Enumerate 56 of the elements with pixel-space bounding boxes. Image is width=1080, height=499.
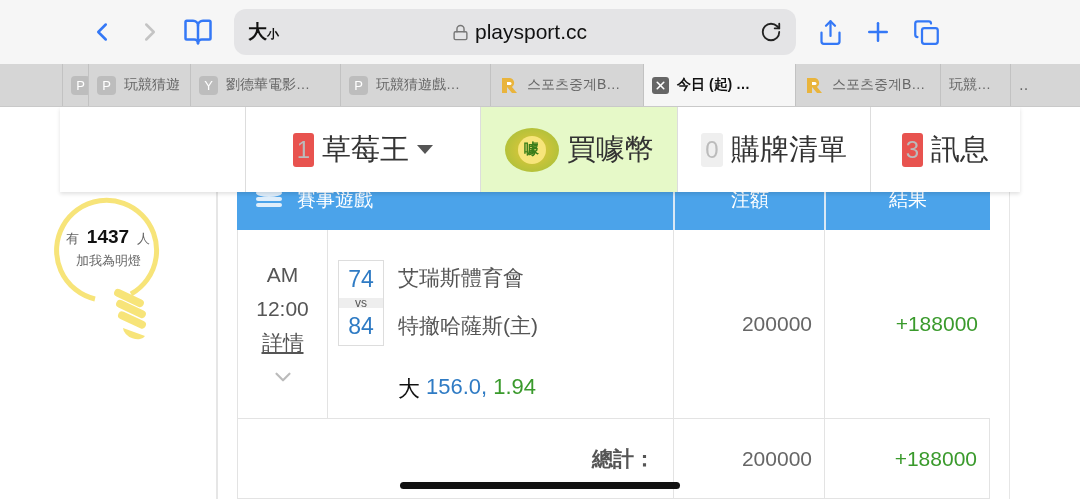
tab-title: 스포츠중계B… xyxy=(527,76,621,94)
close-icon[interactable] xyxy=(652,76,669,94)
fans-suffix: 人 xyxy=(137,230,151,248)
browser-tab[interactable]: 스포츠중계B… xyxy=(795,64,940,106)
total-result: +188000 xyxy=(824,419,990,499)
text-size-button[interactable]: 大小 xyxy=(248,19,279,45)
nav-item[interactable]: 3 訊息 xyxy=(870,107,1020,192)
nav-label: 訊息 xyxy=(931,131,990,167)
nav-item[interactable]: 1 草莓王 xyxy=(245,107,480,192)
browser-tab[interactable]: P 玩競猜遊戲… xyxy=(340,64,490,106)
reload-icon[interactable] xyxy=(760,21,782,43)
score: 84 xyxy=(347,312,375,341)
details-link[interactable]: 詳情 xyxy=(261,326,304,360)
browser-tab[interactable]: P 玩競猜遊 xyxy=(88,64,190,106)
fans-count: 1437 xyxy=(86,226,130,248)
pick-side: 大 xyxy=(398,375,420,403)
time-period: AM xyxy=(266,262,299,288)
favicon: Y xyxy=(199,75,218,95)
browser-tab[interactable]: ‥ xyxy=(1010,64,1040,106)
count-badge: 1 xyxy=(292,132,315,167)
nav-label: 草莓王 xyxy=(322,131,410,167)
tab-title: ‥ xyxy=(1019,77,1029,93)
stake-cell: 200000 xyxy=(673,230,824,419)
favicon: P xyxy=(349,75,368,95)
nav-item[interactable]: 噱 買噱幣 xyxy=(480,107,677,192)
tab-title: 劉德華電影… xyxy=(226,76,310,94)
address-bar[interactable]: 大小 playsport.cc xyxy=(234,9,796,55)
browser-tab[interactable]: 玩競… xyxy=(940,64,1010,106)
fans-caption: 加我為明燈 xyxy=(75,252,141,270)
result-cell: +188000 xyxy=(824,230,990,419)
coin-icon: 噱 xyxy=(504,127,559,172)
lock-icon xyxy=(451,23,469,41)
game-time: 12:00 xyxy=(256,296,309,322)
logo-icon xyxy=(804,75,824,95)
caret-icon xyxy=(417,145,434,154)
tab-title: 玩競猜遊 xyxy=(124,76,180,94)
browser-tab[interactable]: 今日 (起) … xyxy=(643,64,795,106)
team-name: 艾瑞斯體育會 xyxy=(398,264,525,291)
count-badge: 3 xyxy=(901,132,924,167)
url-text: playsport.cc xyxy=(474,20,587,44)
nav-label: 購牌清單 xyxy=(730,131,847,167)
score: 74 xyxy=(347,265,375,294)
nav-label: 買噱幣 xyxy=(566,131,654,167)
favicon: P xyxy=(97,75,116,95)
pick-odds: 1.94 xyxy=(493,374,536,401)
vs-label: vs xyxy=(339,298,383,308)
browser-tab[interactable]: Y 劉德華電影… xyxy=(190,64,340,106)
logo-icon xyxy=(499,75,519,95)
tab-title: 玩競猜遊戲… xyxy=(376,76,460,94)
favicon: P xyxy=(71,75,88,95)
fans-prefix: 有 xyxy=(65,230,79,248)
tab-title: 今日 (起) … xyxy=(677,76,751,94)
team-name: 特撤哈薩斯(主) xyxy=(398,312,539,339)
pick-line: 156.0, xyxy=(426,374,488,401)
tab-title: 玩競… xyxy=(949,76,991,94)
tab-title: 스포츠중계B… xyxy=(832,76,926,94)
